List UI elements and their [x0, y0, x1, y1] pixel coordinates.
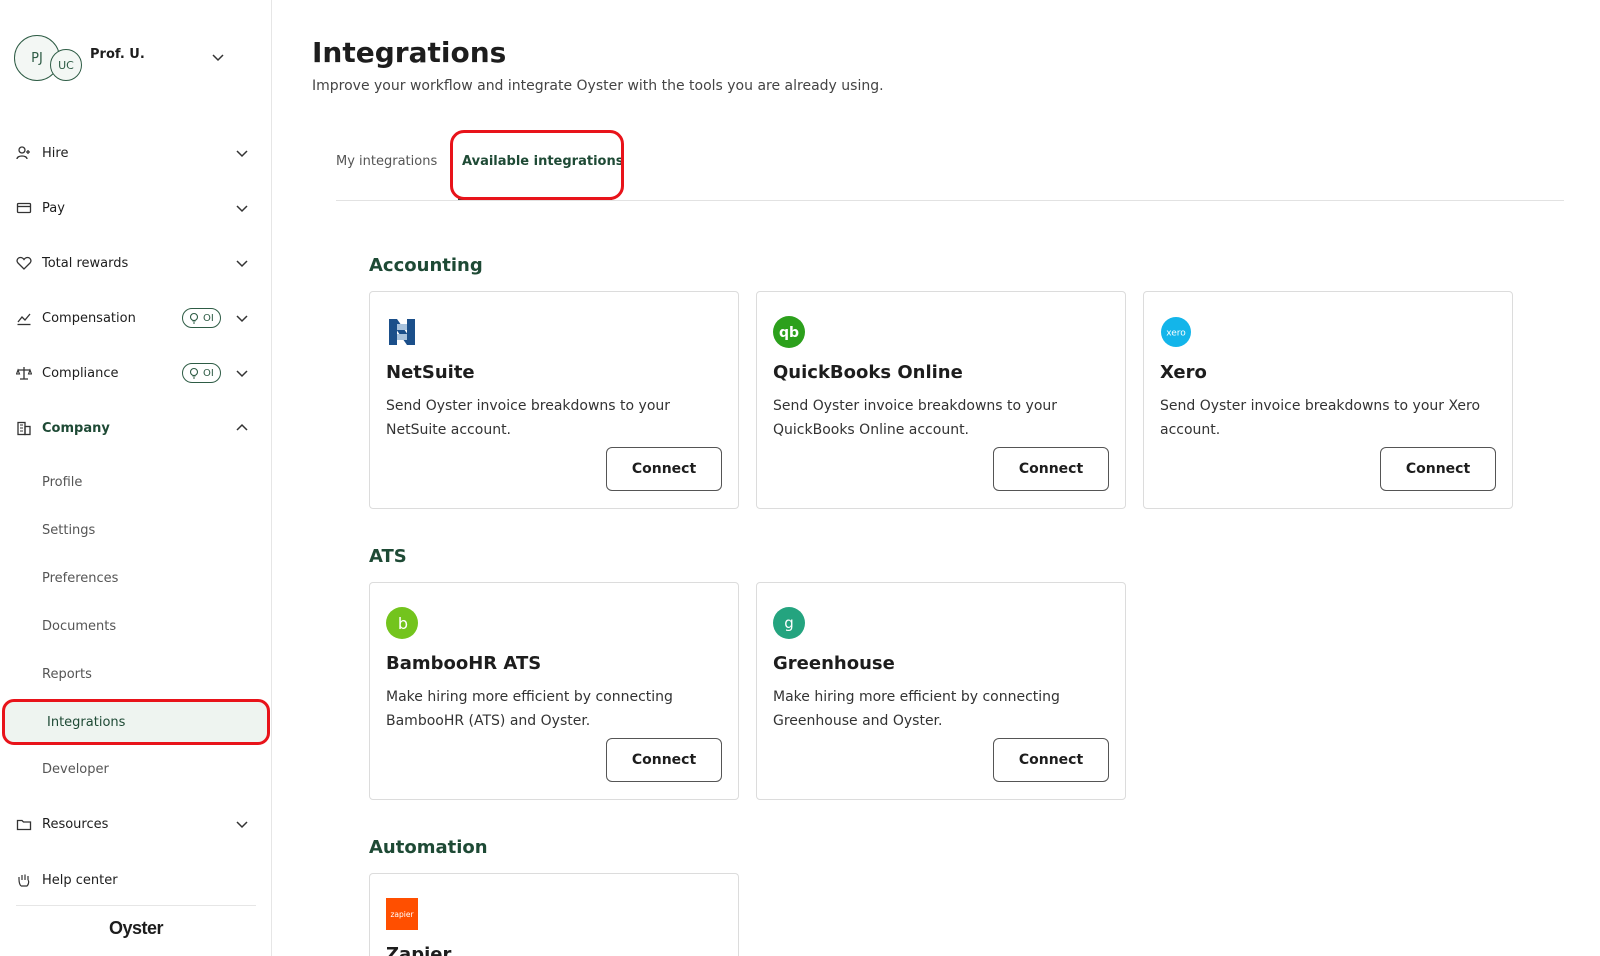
sidebar-item-hire[interactable]: Hire	[16, 135, 256, 171]
secondary-avatar: UC	[50, 49, 82, 81]
integration-card-netsuite: NetSuite Send Oyster invoice breakdowns …	[369, 291, 739, 509]
highlight-annotation	[450, 130, 624, 200]
integration-description: Send Oyster invoice breakdowns to your Q…	[773, 398, 1058, 438]
chevron-up-icon	[236, 423, 248, 431]
integration-name: NetSuite	[386, 362, 475, 383]
tab-my-integrations[interactable]: My integrations	[336, 154, 437, 169]
chevron-down-icon	[236, 370, 248, 378]
sidebar-item-label: Hire	[42, 145, 69, 161]
integration-name: Zapier	[386, 944, 452, 956]
sidebar-item-label: Pay	[42, 200, 65, 216]
lightbulb-icon	[189, 367, 199, 379]
lightbulb-icon	[189, 312, 199, 324]
divider	[16, 905, 256, 906]
user-name: Prof. U.	[90, 47, 145, 62]
connect-netsuite-button[interactable]: Connect	[606, 447, 722, 491]
sidebar-item-compliance[interactable]: Compliance OI	[16, 355, 256, 391]
section-title-ats: ATS	[369, 546, 407, 567]
svg-text:qb: qb	[779, 325, 799, 341]
page-subtitle: Improve your workflow and integrate Oyst…	[312, 78, 884, 94]
sidebar-subitem-reports[interactable]: Reports	[42, 656, 92, 692]
sidebar-item-resources[interactable]: Resources	[16, 806, 256, 842]
sidebar-item-compensation[interactable]: Compensation OI	[16, 300, 256, 336]
sidebar-subitem-documents[interactable]: Documents	[42, 608, 116, 644]
xero-logo-icon: xero	[1161, 317, 1191, 347]
chevron-down-icon	[236, 205, 248, 213]
section-title-accounting: Accounting	[369, 255, 483, 276]
sidebar-item-label: Resources	[42, 816, 109, 832]
greenhouse-logo-icon: g	[773, 607, 805, 639]
sidebar-item-label: Compensation	[42, 310, 136, 326]
svg-text:b: b	[398, 614, 408, 633]
sidebar-item-company[interactable]: Company	[16, 410, 256, 446]
sidebar-item-total-rewards[interactable]: Total rewards	[16, 245, 256, 281]
chevron-down-icon	[236, 821, 248, 829]
integration-card-bamboohr: b BambooHR ATS Make hiring more efficien…	[369, 582, 739, 800]
svg-text:zapier: zapier	[390, 910, 414, 919]
highlight-annotation	[2, 699, 270, 745]
connect-bamboohr-button[interactable]: Connect	[606, 738, 722, 782]
sidebar-item-label: Company	[42, 420, 110, 436]
building-icon	[16, 420, 32, 436]
sidebar-item-label: Compliance	[42, 365, 119, 381]
wallet-icon	[16, 200, 32, 216]
netsuite-logo-icon	[389, 319, 415, 345]
integration-name: QuickBooks Online	[773, 362, 963, 383]
connect-quickbooks-button[interactable]: Connect	[993, 447, 1109, 491]
sidebar-subitem-preferences[interactable]: Preferences	[42, 560, 118, 596]
quickbooks-logo-icon: qb	[773, 316, 805, 348]
user-menu[interactable]: PJ UC Prof. U.	[14, 33, 234, 83]
integration-name: BambooHR ATS	[386, 653, 542, 674]
chart-icon	[16, 310, 32, 326]
chevron-down-icon	[236, 150, 248, 158]
page-title: Integrations	[312, 36, 507, 69]
integration-description: Send Oyster invoice breakdowns to your X…	[1160, 398, 1481, 438]
integration-description: Make hiring more efficient by connecting…	[773, 689, 1060, 729]
svg-text:g: g	[784, 614, 794, 632]
integration-description: Send Oyster invoice breakdowns to your N…	[386, 398, 671, 438]
sidebar-subitem-developer[interactable]: Developer	[42, 751, 109, 787]
sidebar: PJ UC Prof. U. Hire Pay Total rewards Co…	[0, 0, 272, 956]
section-title-automation: Automation	[369, 837, 488, 858]
chevron-down-icon	[236, 315, 248, 323]
sidebar-item-pay[interactable]: Pay	[16, 190, 256, 226]
integration-card-quickbooks: qb QuickBooks Online Send Oyster invoice…	[756, 291, 1126, 509]
connect-xero-button[interactable]: Connect	[1380, 447, 1496, 491]
integration-name: Greenhouse	[773, 653, 895, 674]
integration-description: Make hiring more efficient by connecting…	[386, 689, 673, 729]
bamboohr-logo-icon: b	[386, 607, 418, 639]
sidebar-subitem-settings[interactable]: Settings	[42, 512, 95, 548]
secondary-avatar-initials: UC	[58, 58, 74, 72]
folder-icon	[16, 816, 32, 832]
scale-icon	[16, 365, 32, 381]
user-plus-icon	[16, 145, 32, 161]
brand-logo: Oyster	[108, 918, 164, 938]
connect-greenhouse-button[interactable]: Connect	[993, 738, 1109, 782]
chevron-down-icon[interactable]	[210, 49, 226, 65]
sidebar-item-help-center[interactable]: Help center	[16, 862, 256, 898]
sidebar-subitem-profile[interactable]: Profile	[42, 464, 82, 500]
ai-badge: OI	[182, 363, 221, 383]
sidebar-item-label: Total rewards	[42, 255, 129, 271]
avatar-initials: PJ	[31, 50, 43, 66]
integration-name: Xero	[1160, 362, 1207, 383]
tabs-divider	[336, 200, 1564, 201]
hand-icon	[16, 872, 32, 888]
integration-card-zapier: zapier Zapier	[369, 873, 739, 956]
ai-badge: OI	[182, 308, 221, 328]
zapier-logo-icon: zapier	[386, 898, 418, 930]
svg-text:xero: xero	[1166, 329, 1186, 339]
heart-icon	[16, 255, 32, 271]
badge-label: OI	[203, 312, 214, 324]
chevron-down-icon	[236, 260, 248, 268]
badge-label: OI	[203, 367, 214, 379]
integration-card-xero: xero Xero Send Oyster invoice breakdowns…	[1143, 291, 1513, 509]
sidebar-item-label: Help center	[42, 872, 118, 888]
integration-card-greenhouse: g Greenhouse Make hiring more efficient …	[756, 582, 1126, 800]
